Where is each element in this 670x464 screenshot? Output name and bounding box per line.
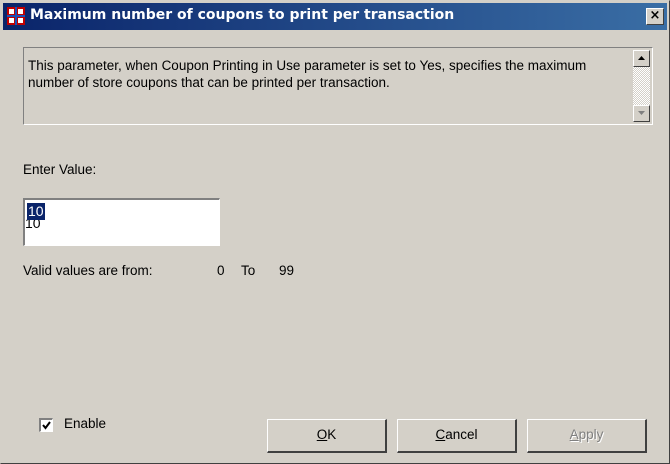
apply-label-rest: pply bbox=[578, 427, 604, 442]
selected-value-text: 10 bbox=[27, 203, 45, 220]
title-bar[interactable]: Maximum number of coupons to print per t… bbox=[3, 3, 667, 30]
checkmark-icon bbox=[42, 421, 51, 430]
window-title: Maximum number of coupons to print per t… bbox=[30, 7, 455, 23]
ok-mnemonic: O bbox=[316, 427, 328, 442]
chevron-up-icon bbox=[638, 56, 645, 60]
scroll-down-button[interactable] bbox=[633, 105, 650, 122]
chevron-down-icon bbox=[638, 111, 645, 115]
enable-checkbox[interactable] bbox=[39, 418, 53, 432]
cancel-label-rest: ancel bbox=[445, 427, 478, 442]
max-value: 99 bbox=[279, 263, 295, 278]
valid-values-label: Valid values are from: bbox=[23, 263, 153, 278]
enter-value-label: Enter Value: bbox=[23, 162, 97, 177]
description-box: This parameter, when Coupon Printing in … bbox=[23, 47, 653, 125]
cancel-mnemonic: C bbox=[435, 427, 446, 442]
ok-label-rest: K bbox=[327, 427, 337, 442]
apply-button[interactable]: Apply bbox=[527, 419, 647, 453]
cancel-button[interactable]: Cancel bbox=[397, 419, 517, 453]
description-scrollbar[interactable] bbox=[633, 50, 650, 122]
enable-label[interactable]: Enable bbox=[64, 416, 106, 431]
min-value: 0 bbox=[217, 263, 225, 278]
app-icon bbox=[7, 7, 25, 25]
description-text: This parameter, when Coupon Printing in … bbox=[28, 58, 587, 90]
close-icon[interactable]: × bbox=[646, 8, 664, 25]
value-input[interactable] bbox=[23, 198, 220, 246]
dialog-window: Maximum number of coupons to print per t… bbox=[0, 0, 670, 464]
scroll-up-button[interactable] bbox=[633, 50, 650, 67]
ok-button[interactable]: OK bbox=[267, 419, 387, 453]
apply-mnemonic: A bbox=[569, 427, 579, 442]
to-label: To bbox=[241, 263, 256, 278]
